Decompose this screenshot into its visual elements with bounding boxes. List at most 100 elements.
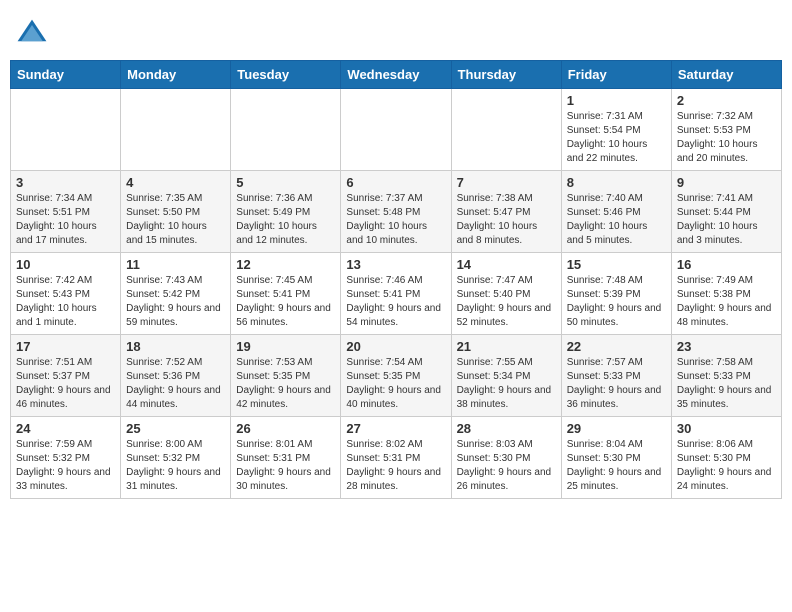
day-info: Sunrise: 7:48 AM Sunset: 5:39 PM Dayligh… xyxy=(567,274,666,330)
day-cell: 26 Sunrise: 8:01 AM Sunset: 5:31 PM Dayli… xyxy=(231,417,341,499)
day-number: 4 xyxy=(126,175,225,190)
day-number: 9 xyxy=(677,175,776,190)
day-number: 5 xyxy=(236,175,335,190)
day-cell: 19 Sunrise: 7:53 AM Sunset: 5:35 PM Dayli… xyxy=(231,335,341,417)
day-cell: 30 Sunrise: 8:06 AM Sunset: 5:30 PM Dayli… xyxy=(671,417,781,499)
day-cell: 25 Sunrise: 8:00 AM Sunset: 5:32 PM Dayli… xyxy=(121,417,231,499)
day-number: 14 xyxy=(457,257,556,272)
weekday-header-monday: Monday xyxy=(121,61,231,89)
day-cell: 29 Sunrise: 8:04 AM Sunset: 5:30 PM Dayli… xyxy=(561,417,671,499)
day-number: 13 xyxy=(346,257,445,272)
day-cell: 24 Sunrise: 7:59 AM Sunset: 5:32 PM Dayli… xyxy=(11,417,121,499)
day-number: 25 xyxy=(126,421,225,436)
day-info: Sunrise: 7:45 AM Sunset: 5:41 PM Dayligh… xyxy=(236,274,335,330)
day-info: Sunrise: 7:59 AM Sunset: 5:32 PM Dayligh… xyxy=(16,438,115,494)
day-cell xyxy=(451,89,561,171)
day-number: 26 xyxy=(236,421,335,436)
day-info: Sunrise: 7:53 AM Sunset: 5:35 PM Dayligh… xyxy=(236,356,335,412)
day-cell: 2 Sunrise: 7:32 AM Sunset: 5:53 PM Daylig… xyxy=(671,89,781,171)
day-cell xyxy=(231,89,341,171)
day-cell: 11Sunrise: 7:43 AM Sunset: 5:42 PM Dayli… xyxy=(121,253,231,335)
day-info: Sunrise: 8:00 AM Sunset: 5:32 PM Dayligh… xyxy=(126,438,225,494)
day-cell: 8Sunrise: 7:40 AM Sunset: 5:46 PM Daylig… xyxy=(561,171,671,253)
day-cell: 21 Sunrise: 7:55 AM Sunset: 5:34 PM Dayli… xyxy=(451,335,561,417)
week-row-4: 17Sunrise: 7:51 AM Sunset: 5:37 PM Dayli… xyxy=(11,335,782,417)
day-cell: 14 Sunrise: 7:47 AM Sunset: 5:40 PM Dayli… xyxy=(451,253,561,335)
day-info: Sunrise: 8:01 AM Sunset: 5:31 PM Dayligh… xyxy=(236,438,335,494)
day-cell: 3Sunrise: 7:34 AM Sunset: 5:51 PM Daylig… xyxy=(11,171,121,253)
day-cell: 20Sunrise: 7:54 AM Sunset: 5:35 PM Dayli… xyxy=(341,335,451,417)
weekday-header-saturday: Saturday xyxy=(671,61,781,89)
day-cell: 28 Sunrise: 8:03 AM Sunset: 5:30 PM Dayli… xyxy=(451,417,561,499)
day-info: Sunrise: 7:58 AM Sunset: 5:33 PM Dayligh… xyxy=(677,356,776,412)
day-number: 30 xyxy=(677,421,776,436)
day-info: Sunrise: 7:41 AM Sunset: 5:44 PM Dayligh… xyxy=(677,192,776,248)
day-info: Sunrise: 7:47 AM Sunset: 5:40 PM Dayligh… xyxy=(457,274,556,330)
day-number: 12 xyxy=(236,257,335,272)
day-number: 23 xyxy=(677,339,776,354)
day-cell xyxy=(11,89,121,171)
day-cell: 9 Sunrise: 7:41 AM Sunset: 5:44 PM Daylig… xyxy=(671,171,781,253)
day-cell: 22 Sunrise: 7:57 AM Sunset: 5:33 PM Dayli… xyxy=(561,335,671,417)
day-number: 7 xyxy=(457,175,556,190)
weekday-header-sunday: Sunday xyxy=(11,61,121,89)
day-info: Sunrise: 7:42 AM Sunset: 5:43 PM Dayligh… xyxy=(16,274,115,330)
week-row-5: 24 Sunrise: 7:59 AM Sunset: 5:32 PM Dayli… xyxy=(11,417,782,499)
logo xyxy=(14,16,54,52)
weekday-header-row: SundayMondayTuesdayWednesdayThursdayFrid… xyxy=(11,61,782,89)
day-info: Sunrise: 7:36 AM Sunset: 5:49 PM Dayligh… xyxy=(236,192,335,248)
day-info: Sunrise: 7:32 AM Sunset: 5:53 PM Dayligh… xyxy=(677,110,776,166)
day-info: Sunrise: 7:54 AM Sunset: 5:35 PM Dayligh… xyxy=(346,356,445,412)
page-header xyxy=(10,10,782,52)
day-cell xyxy=(121,89,231,171)
day-cell: 15 Sunrise: 7:48 AM Sunset: 5:39 PM Dayli… xyxy=(561,253,671,335)
day-cell: 17Sunrise: 7:51 AM Sunset: 5:37 PM Dayli… xyxy=(11,335,121,417)
day-cell: 23 Sunrise: 7:58 AM Sunset: 5:33 PM Dayli… xyxy=(671,335,781,417)
day-number: 21 xyxy=(457,339,556,354)
day-number: 3 xyxy=(16,175,115,190)
day-number: 2 xyxy=(677,93,776,108)
day-info: Sunrise: 7:37 AM Sunset: 5:48 PM Dayligh… xyxy=(346,192,445,248)
weekday-header-wednesday: Wednesday xyxy=(341,61,451,89)
day-cell: 5 Sunrise: 7:36 AM Sunset: 5:49 PM Daylig… xyxy=(231,171,341,253)
day-info: Sunrise: 7:35 AM Sunset: 5:50 PM Dayligh… xyxy=(126,192,225,248)
day-cell: 4 Sunrise: 7:35 AM Sunset: 5:50 PM Daylig… xyxy=(121,171,231,253)
day-cell: 6Sunrise: 7:37 AM Sunset: 5:48 PM Daylig… xyxy=(341,171,451,253)
week-row-3: 10 Sunrise: 7:42 AM Sunset: 5:43 PM Dayli… xyxy=(11,253,782,335)
day-number: 16 xyxy=(677,257,776,272)
day-number: 22 xyxy=(567,339,666,354)
day-info: Sunrise: 7:38 AM Sunset: 5:47 PM Dayligh… xyxy=(457,192,556,248)
day-info: Sunrise: 7:55 AM Sunset: 5:34 PM Dayligh… xyxy=(457,356,556,412)
day-info: Sunrise: 7:49 AM Sunset: 5:38 PM Dayligh… xyxy=(677,274,776,330)
week-row-1: 1 Sunrise: 7:31 AM Sunset: 5:54 PM Daylig… xyxy=(11,89,782,171)
logo-icon xyxy=(14,16,50,52)
day-cell: 12 Sunrise: 7:45 AM Sunset: 5:41 PM Dayli… xyxy=(231,253,341,335)
day-number: 29 xyxy=(567,421,666,436)
day-cell: 13Sunrise: 7:46 AM Sunset: 5:41 PM Dayli… xyxy=(341,253,451,335)
day-info: Sunrise: 7:31 AM Sunset: 5:54 PM Dayligh… xyxy=(567,110,666,166)
day-info: Sunrise: 7:51 AM Sunset: 5:37 PM Dayligh… xyxy=(16,356,115,412)
day-info: Sunrise: 8:02 AM Sunset: 5:31 PM Dayligh… xyxy=(346,438,445,494)
weekday-header-friday: Friday xyxy=(561,61,671,89)
day-number: 8 xyxy=(567,175,666,190)
day-number: 18 xyxy=(126,339,225,354)
day-number: 24 xyxy=(16,421,115,436)
day-info: Sunrise: 7:57 AM Sunset: 5:33 PM Dayligh… xyxy=(567,356,666,412)
day-number: 19 xyxy=(236,339,335,354)
day-number: 10 xyxy=(16,257,115,272)
day-number: 28 xyxy=(457,421,556,436)
day-cell: 1 Sunrise: 7:31 AM Sunset: 5:54 PM Daylig… xyxy=(561,89,671,171)
day-info: Sunrise: 8:03 AM Sunset: 5:30 PM Dayligh… xyxy=(457,438,556,494)
weekday-header-tuesday: Tuesday xyxy=(231,61,341,89)
week-row-2: 3Sunrise: 7:34 AM Sunset: 5:51 PM Daylig… xyxy=(11,171,782,253)
day-number: 15 xyxy=(567,257,666,272)
day-info: Sunrise: 8:04 AM Sunset: 5:30 PM Dayligh… xyxy=(567,438,666,494)
day-number: 1 xyxy=(567,93,666,108)
day-info: Sunrise: 7:43 AM Sunset: 5:42 PM Dayligh… xyxy=(126,274,225,330)
day-cell xyxy=(341,89,451,171)
day-cell: 27Sunrise: 8:02 AM Sunset: 5:31 PM Dayli… xyxy=(341,417,451,499)
day-info: Sunrise: 8:06 AM Sunset: 5:30 PM Dayligh… xyxy=(677,438,776,494)
day-cell: 16 Sunrise: 7:49 AM Sunset: 5:38 PM Dayli… xyxy=(671,253,781,335)
calendar-table: SundayMondayTuesdayWednesdayThursdayFrid… xyxy=(10,60,782,499)
day-info: Sunrise: 7:52 AM Sunset: 5:36 PM Dayligh… xyxy=(126,356,225,412)
